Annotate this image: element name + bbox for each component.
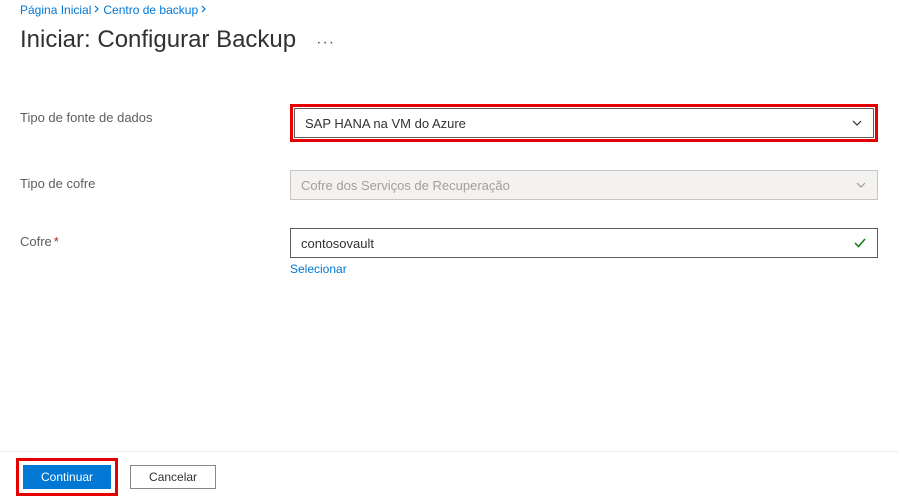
check-icon <box>853 236 867 250</box>
row-vault-type: Tipo de cofre Cofre dos Serviços de Recu… <box>20 170 878 200</box>
row-datasource-type: Tipo de fonte de dados SAP HANA na VM do… <box>20 104 878 142</box>
select-value: Cofre dos Serviços de Recuperação <box>301 178 510 193</box>
input-vault[interactable] <box>290 228 878 258</box>
continue-button[interactable]: Continuar <box>23 465 111 489</box>
select-vault-link[interactable]: Selecionar <box>290 262 347 276</box>
select-datasource-type[interactable]: SAP HANA na VM do Azure <box>294 108 874 138</box>
select-value: SAP HANA na VM do Azure <box>305 116 466 131</box>
header: Iniciar: Configurar Backup ··· <box>0 20 898 54</box>
label-datasource-type: Tipo de fonte de dados <box>20 104 290 125</box>
chevron-right-icon <box>93 4 101 16</box>
breadcrumb: Página Inicial Centro de backup <box>0 0 898 20</box>
cancel-button[interactable]: Cancelar <box>130 465 216 489</box>
select-vault-type: Cofre dos Serviços de Recuperação <box>290 170 878 200</box>
footer: Continuar Cancelar <box>0 451 898 501</box>
breadcrumb-home[interactable]: Página Inicial <box>20 3 91 17</box>
chevron-down-icon <box>851 117 863 129</box>
breadcrumb-backup-center[interactable]: Centro de backup <box>103 3 198 17</box>
label-vault: Cofre* <box>20 228 290 249</box>
label-vault-type: Tipo de cofre <box>20 170 290 191</box>
page-title: Iniciar: Configurar Backup <box>20 26 296 54</box>
chevron-down-icon <box>855 179 867 191</box>
chevron-right-icon <box>200 4 208 16</box>
vault-field[interactable] <box>301 236 853 251</box>
highlight-datasource: SAP HANA na VM do Azure <box>290 104 878 142</box>
row-vault: Cofre* Selecionar <box>20 228 878 276</box>
highlight-continue: Continuar <box>16 458 118 496</box>
required-indicator: * <box>54 234 59 249</box>
more-button[interactable]: ··· <box>316 28 335 52</box>
form: Tipo de fonte de dados SAP HANA na VM do… <box>0 54 898 276</box>
